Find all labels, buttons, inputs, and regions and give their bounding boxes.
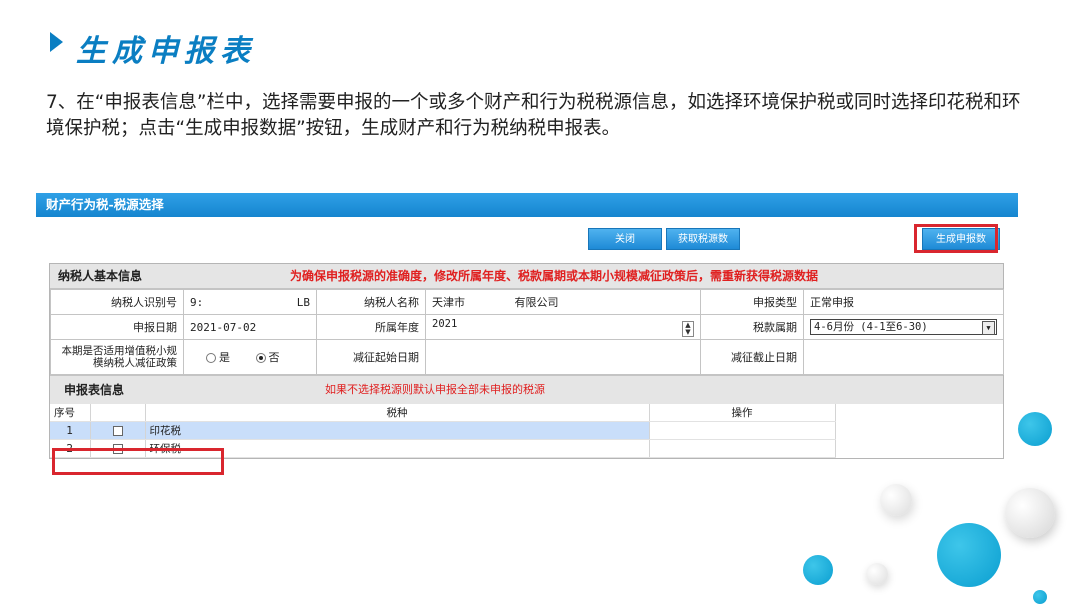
taxpayer-name-value: 天津市 有限公司 — [425, 289, 701, 315]
table-row: 申报日期 2021-07-02 所属年度 2021 ▲ ▼ 税款属期 4-6月份 … — [50, 314, 1004, 340]
decor-circle-white-mini — [866, 563, 888, 585]
chevron-down-icon[interactable]: ▼ — [982, 321, 995, 335]
table-row: 纳税人识别号 9: LB 纳税人名称 天津市 有限公司 申报类型 正常申报 — [50, 289, 1004, 315]
decor-circle-white-small — [880, 484, 912, 516]
row-action — [649, 421, 836, 440]
declaration-note: 如果不选择税源则默认申报全部未申报的税源 — [325, 383, 545, 396]
decor-circle-white-large — [1005, 488, 1055, 538]
decor-circle-blue-large — [937, 523, 1001, 587]
declare-type-value: 正常申报 — [803, 289, 1004, 315]
taxpayer-section-header: 纳税人基本信息 为确保申报税源的准确度，修改所属年度、税款属期或本期小规模减征政… — [50, 264, 1003, 289]
col-seq: 序号 — [50, 404, 91, 422]
taxpayer-info-table: 纳税人识别号 9: LB 纳税人名称 天津市 有限公司 申报类型 正常申报 申报… — [50, 289, 1004, 375]
reduce-start-label: 减征起始日期 — [316, 339, 426, 375]
taxpayer-section-title: 纳税人基本信息 — [58, 269, 143, 283]
slide-title: 生成申报表 — [76, 34, 256, 69]
decor-circle-blue-tiny — [1033, 590, 1047, 604]
toolbar: 关闭 获取税源数据 生成申报数据 — [36, 217, 1018, 267]
close-button[interactable]: 关闭 — [588, 228, 662, 250]
tax-period-value: 4-6月份 (4-1至6-30) — [814, 321, 928, 333]
taxpayer-id-value: 9: LB — [183, 289, 317, 315]
form-panel: 纳税人基本信息 为确保申报税源的准确度，修改所属年度、税款属期或本期小规模减征政… — [49, 263, 1004, 459]
declare-type-label: 申报类型 — [700, 289, 804, 315]
declaration-section-title: 申报表信息 — [64, 383, 125, 397]
tax-year-field[interactable]: 2021 ▲ ▼ — [425, 314, 701, 340]
col-tax-type: 税种 — [145, 404, 650, 422]
policy-yes-radio[interactable]: 是 — [206, 351, 234, 364]
row-action — [649, 439, 836, 458]
tax-period-select[interactable]: 4-6月份 (4-1至6-30) ▼ — [810, 319, 997, 335]
reduce-end-label: 减征截止日期 — [700, 339, 804, 375]
highlight-row-2 — [52, 448, 224, 475]
row-seq: 1 — [50, 421, 91, 440]
declare-date-label: 申报日期 — [50, 314, 184, 340]
reduce-start-value[interactable] — [425, 339, 701, 375]
taxpayer-id-label: 纳税人识别号 — [50, 289, 184, 315]
decor-circle-blue-edge — [1018, 412, 1052, 446]
row-checkbox[interactable] — [90, 421, 146, 440]
row-tax-type: 印花税 — [145, 421, 650, 440]
tax-period-label: 税款属期 — [700, 314, 804, 340]
policy-no-radio[interactable]: 否 — [255, 351, 280, 364]
policy-label: 本期是否适用增值税小规模纳税人减征政策 — [50, 339, 184, 375]
tax-source-window: 财产行为税-税源选择 关闭 获取税源数据 生成申报数据 纳税人基本信息 为确保申… — [36, 193, 1018, 483]
highlight-generate-button — [914, 224, 998, 253]
radio-no-icon[interactable] — [255, 353, 266, 363]
radio-yes-icon[interactable] — [206, 353, 216, 363]
col-action: 操作 — [649, 404, 836, 422]
checkbox-icon[interactable] — [112, 425, 123, 436]
tax-year-label: 所属年度 — [316, 314, 426, 340]
decor-circle-blue-mid — [803, 555, 833, 585]
year-spinner-icon[interactable]: ▲ ▼ — [682, 321, 694, 337]
window-title: 财产行为税-税源选择 — [36, 193, 1018, 217]
col-check — [90, 404, 146, 422]
table-row[interactable]: 1 印花税 — [50, 421, 836, 440]
slide-description: 7、在“申报表信息”栏中，选择需要申报的一个或多个财产和行为税税源信息，如选择环… — [46, 92, 1021, 139]
table-header-row: 序号 税种 操作 — [50, 404, 836, 422]
tax-year-value: 2021 — [432, 318, 458, 330]
reduce-end-value[interactable] — [803, 339, 1004, 375]
title-arrow-icon — [50, 32, 63, 52]
declare-date-value: 2021-07-02 — [183, 314, 317, 340]
declaration-section-header: 申报表信息 如果不选择税源则默认申报全部未申报的税源 — [50, 375, 1003, 404]
taxpayer-name-label: 纳税人名称 — [316, 289, 426, 315]
policy-radio-group: 是 否 — [183, 339, 317, 375]
tax-period-cell: 4-6月份 (4-1至6-30) ▼ — [803, 314, 1004, 340]
taxpayer-warning: 为确保申报税源的准确度，修改所属年度、税款属期或本期小规模减征政策后，需重新获得… — [290, 269, 819, 283]
fetch-tax-source-button[interactable]: 获取税源数据 — [666, 228, 740, 267]
table-row: 本期是否适用增值税小规模纳税人减征政策 是 否 减征起始日期 减征截止日期 — [50, 339, 1004, 375]
